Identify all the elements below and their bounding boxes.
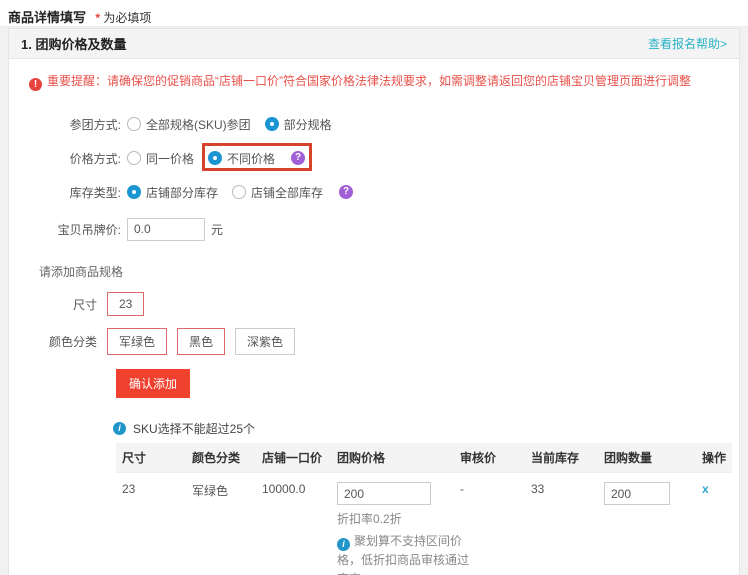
cell-group-qty: [598, 473, 696, 575]
radio-option-all-stock[interactable]: 店铺全部库存: [232, 184, 323, 201]
warning-banner: ! 重要提醒：请确保您的促销商品“店铺一口价”符合国家价格法律法规要求，如需调整请…: [29, 72, 739, 91]
col-header-group-price: 团购价格: [331, 443, 454, 473]
price-tip: i聚划算不支持区间价格，低折扣商品审核通过率高: [337, 532, 479, 575]
panel-body: ! 重要提醒：请确保您的促销商品“店铺一口价”符合国家价格法律法规要求，如需调整请…: [9, 72, 739, 575]
radio-selected-icon[interactable]: [265, 117, 279, 131]
price-mode-help-icon[interactable]: ?: [291, 151, 305, 165]
info-icon: i: [113, 422, 126, 435]
radio-option-label: 部分规格: [284, 116, 332, 133]
sku-table: 尺寸 颜色分类 店铺一口价 团购价格 审核价 当前库存 团购数量 操作 23 军…: [116, 443, 732, 575]
size-label: 尺寸: [9, 296, 97, 313]
info-icon: i: [337, 538, 350, 551]
radio-option-partial-stock[interactable]: 店铺部分库存: [127, 184, 218, 201]
radio-option-label: 店铺部分库存: [146, 184, 218, 201]
radio-option-label: 全部规格(SKU)参团: [146, 116, 251, 133]
col-header-group-qty: 团购数量: [598, 443, 696, 473]
size-spec-row: 尺寸 23: [9, 292, 739, 316]
spec-add-title: 请添加商品规格: [39, 263, 739, 280]
price-mode-row: 价格方式: 同一价格 不同价格 ?: [9, 143, 739, 173]
radio-selected-icon[interactable]: [208, 151, 222, 165]
color-spec-row: 颜色分类 军绿色 黑色 深紫色: [9, 328, 739, 355]
price-mode-label: 价格方式:: [9, 150, 121, 167]
cell-current-stock: 33: [525, 473, 598, 575]
col-header-current-stock: 当前库存: [525, 443, 598, 473]
product-detail-page: 商品详情填写 * 为必填项 1. 团购价格及数量 查看报名帮助> ! 重要提醒：请…: [0, 0, 748, 575]
radio-option-all-sku[interactable]: 全部规格(SKU)参团: [127, 116, 251, 133]
join-mode-row: 参团方式: 全部规格(SKU)参团 部分规格: [9, 109, 739, 139]
group-price-panel: 1. 团购价格及数量 查看报名帮助> ! 重要提醒：请确保您的促销商品“店铺一口价…: [8, 28, 740, 575]
radio-option-different-price[interactable]: 不同价格: [208, 150, 275, 167]
cell-group-price: 折扣率0.2折 i聚划算不支持区间价格，低折扣商品审核通过率高: [331, 473, 454, 575]
radio-option-label: 不同价格: [227, 150, 275, 167]
required-note: 为必填项: [103, 11, 151, 25]
price-tip-text: 聚划算不支持区间价格，低折扣商品审核通过率高: [337, 534, 469, 575]
discount-rate-text: 折扣率0.2折: [337, 510, 448, 527]
radio-unselected-icon[interactable]: [127, 117, 141, 131]
alert-icon: !: [29, 78, 42, 91]
tag-price-label: 宝贝吊牌价:: [9, 221, 121, 238]
price-option-different-wrap: 不同价格 ?: [208, 150, 305, 167]
color-option-army-green[interactable]: 军绿色: [107, 328, 167, 355]
warning-text: 重要提醒：请确保您的促销商品“店铺一口价”符合国家价格法律法规要求，如需调整请返…: [47, 74, 691, 88]
radio-unselected-icon[interactable]: [127, 151, 141, 165]
radio-selected-icon[interactable]: [127, 185, 141, 199]
radio-option-label: 店铺全部库存: [251, 184, 323, 201]
join-mode-label: 参团方式:: [9, 116, 121, 133]
radio-option-label: 同一价格: [146, 150, 194, 167]
col-header-review-price: 审核价: [454, 443, 525, 473]
color-label: 颜色分类: [9, 333, 97, 350]
color-option-dark-purple[interactable]: 深紫色: [235, 328, 295, 355]
cell-action: x: [696, 473, 732, 575]
table-header-row: 尺寸 颜色分类 店铺一口价 团购价格 审核价 当前库存 团购数量 操作: [116, 443, 732, 473]
section-title: 1. 团购价格及数量: [21, 34, 126, 53]
col-header-size: 尺寸: [116, 443, 186, 473]
tag-price-row: 宝贝吊牌价: 元: [9, 211, 739, 247]
page-header: 商品详情填写 * 为必填项: [0, 0, 748, 27]
page-title: 商品详情填写: [8, 10, 86, 25]
radio-option-same-price[interactable]: 同一价格: [127, 150, 194, 167]
stock-type-row: 库存类型: 店铺部分库存 店铺全部库存 ?: [9, 177, 739, 207]
required-asterisk: *: [95, 11, 100, 25]
stock-type-label: 库存类型:: [9, 184, 121, 201]
tag-price-input[interactable]: [127, 218, 205, 241]
tag-price-unit: 元: [211, 221, 223, 238]
group-qty-input[interactable]: [604, 482, 670, 505]
cell-size: 23: [116, 473, 186, 575]
sku-row-army-green: 23 军绿色 10000.0 折扣率0.2折 i聚划算不支持区间价格，低折扣商品…: [116, 473, 732, 575]
radio-unselected-icon[interactable]: [232, 185, 246, 199]
cell-shop-price: 10000.0: [256, 473, 331, 575]
color-option-black[interactable]: 黑色: [177, 328, 225, 355]
confirm-add-button[interactable]: 确认添加: [116, 369, 190, 398]
cell-color: 军绿色: [186, 473, 256, 575]
col-header-color: 颜色分类: [186, 443, 256, 473]
signup-help-link[interactable]: 查看报名帮助>: [648, 35, 727, 52]
sku-limit-text: SKU选择不能超过25个: [133, 420, 255, 437]
group-price-input[interactable]: [337, 482, 431, 505]
col-header-action: 操作: [696, 443, 732, 473]
delete-row-link[interactable]: x: [702, 482, 709, 496]
sku-limit-note: i SKU选择不能超过25个: [113, 420, 739, 437]
panel-header: 1. 团购价格及数量 查看报名帮助>: [9, 29, 739, 59]
col-header-shop-price: 店铺一口价: [256, 443, 331, 473]
stock-type-help-icon[interactable]: ?: [339, 185, 353, 199]
radio-option-partial-sku[interactable]: 部分规格: [265, 116, 332, 133]
size-option-23[interactable]: 23: [107, 292, 144, 316]
